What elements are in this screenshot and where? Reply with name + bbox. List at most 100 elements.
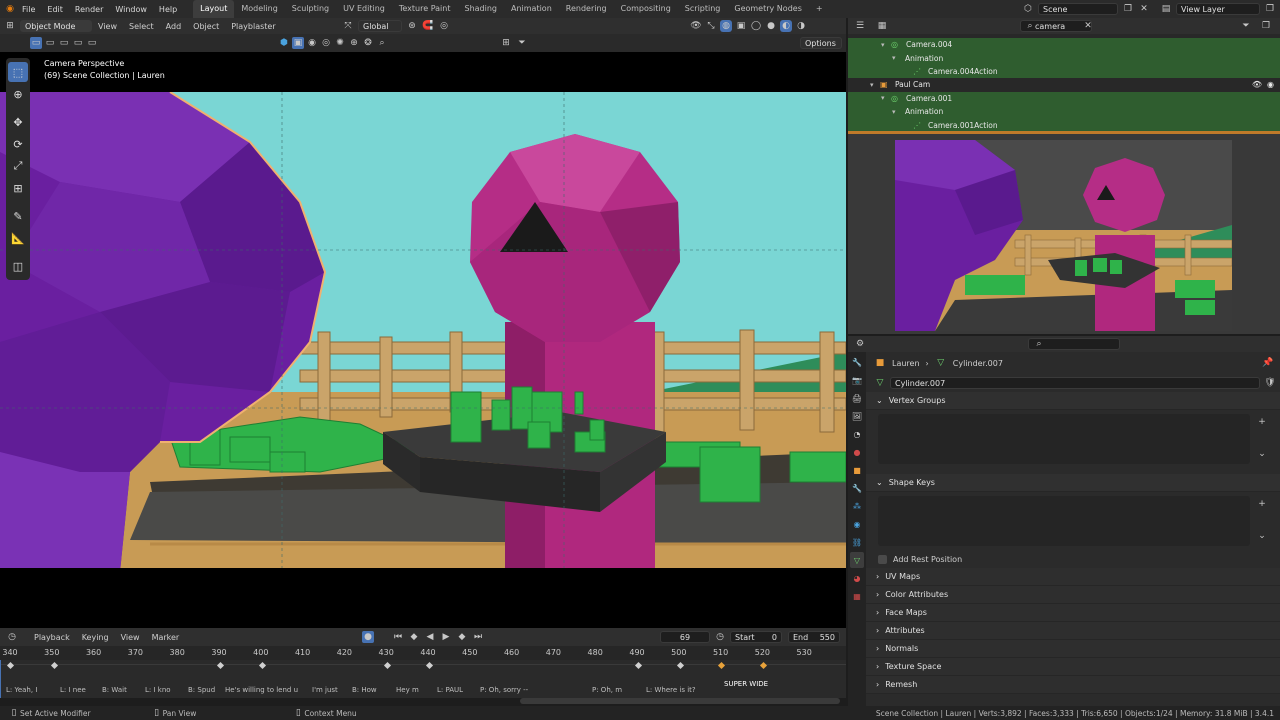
render-tab-icon[interactable]: 📷 — [850, 372, 864, 388]
timeline-marker[interactable]: B: Spud — [188, 686, 215, 694]
cursor-tool[interactable]: ⊕ — [8, 84, 28, 104]
object-tab-icon[interactable]: ■ — [850, 462, 864, 478]
measure-tool[interactable]: 📐 — [8, 228, 28, 248]
clear-search-icon[interactable]: ✕ — [1082, 20, 1094, 32]
filter-object-icon[interactable]: ◉ — [306, 37, 318, 49]
tab-layout[interactable]: Layout — [193, 0, 235, 18]
vertex-group-menu-icon[interactable]: ⌄ — [1256, 448, 1268, 460]
jump-start-icon[interactable]: ⏮ — [392, 631, 404, 643]
start-frame-field[interactable]: Start 0 — [730, 631, 782, 643]
panel-collapsed[interactable]: › Texture Space — [866, 658, 1280, 676]
select-invert-icon[interactable]: ▭ — [72, 37, 84, 49]
proportional-edit-icon[interactable]: ◎ — [438, 20, 450, 32]
outliner-row[interactable]: ▾ Animation — [848, 51, 1280, 65]
vp-menu-object[interactable]: Object — [187, 22, 225, 31]
current-frame-field[interactable]: 69 — [660, 631, 710, 643]
menu-render[interactable]: Render — [69, 5, 109, 14]
panel-collapsed[interactable]: › Remesh — [866, 676, 1280, 694]
new-view-layer-icon[interactable]: ❐ — [1264, 3, 1276, 15]
panel-collapsed[interactable]: › Color Attributes — [866, 586, 1280, 604]
tab-modeling[interactable]: Modeling — [234, 0, 284, 18]
next-keyframe-icon[interactable]: ◆ — [456, 631, 468, 643]
camera-preview[interactable] — [895, 140, 1232, 331]
object-mode-dropdown[interactable]: Object Mode — [20, 20, 92, 32]
timeline-menu-view[interactable]: View — [115, 633, 146, 642]
timeline-marker[interactable]: I'm just — [312, 686, 338, 694]
play-icon[interactable]: ▶ — [440, 631, 452, 643]
shading-solid-icon[interactable]: ● — [765, 20, 777, 32]
menu-edit[interactable]: Edit — [41, 5, 69, 14]
expand-arrow-icon[interactable]: ▾ — [881, 94, 891, 102]
orientation-dropdown[interactable]: Global — [358, 20, 402, 32]
tab-shading[interactable]: Shading — [457, 0, 504, 18]
filter-mesh-icon[interactable]: ⬢ — [278, 37, 290, 49]
filter-icon[interactable]: ⏷ — [516, 37, 528, 49]
select-extend-icon[interactable]: ▭ — [44, 37, 56, 49]
timeline-editor-icon[interactable]: ◷ — [6, 631, 18, 643]
tab-texture-paint[interactable]: Texture Paint — [392, 0, 458, 18]
select-new-icon[interactable]: ▭ — [30, 37, 42, 49]
shading-wireframe-icon[interactable]: ◯ — [750, 20, 762, 32]
timeline-scrollbar[interactable] — [520, 698, 840, 704]
select-intersect-icon[interactable]: ▭ — [86, 37, 98, 49]
mesh-data-icon[interactable]: ▽ — [874, 377, 886, 389]
tab-uv-editing[interactable]: UV Editing — [336, 0, 392, 18]
expand-arrow-icon[interactable]: ▾ — [892, 108, 902, 116]
timeline-menu-keying[interactable]: Keying — [76, 633, 115, 642]
outliner-row[interactable]: ▾ ▣ Paul Cam 👁 ◉ — [848, 78, 1280, 91]
add-cube-tool[interactable]: ◫ — [8, 256, 28, 276]
timeline-marker[interactable]: P: Oh, m — [592, 686, 622, 694]
timeline-marker[interactable]: Hey m — [396, 686, 419, 694]
outliner-row[interactable]: ⋰ Camera.001Action — [848, 118, 1280, 132]
tool-tab-icon[interactable]: 🔧 — [850, 354, 864, 370]
editor-type-icon[interactable]: ⊞ — [4, 20, 16, 32]
new-collection-icon[interactable]: ❐ — [1260, 20, 1272, 32]
xray-icon[interactable]: ▣ — [735, 20, 747, 32]
timeline-marker[interactable]: L: I nee — [60, 686, 86, 694]
vertex-groups-list[interactable] — [878, 414, 1250, 464]
preview-range-icon[interactable]: ◷ — [714, 631, 726, 643]
render-visibility-icon[interactable]: ◉ — [1267, 80, 1274, 89]
world-tab-icon[interactable]: ● — [850, 444, 864, 460]
expand-arrow-icon[interactable]: ▾ — [881, 41, 891, 49]
filter-empty-icon[interactable]: ⊕ — [348, 37, 360, 49]
vp-menu-playblaster[interactable]: Playblaster — [225, 22, 281, 31]
prev-keyframe-icon[interactable]: ◆ — [408, 631, 420, 643]
properties-editor-icon[interactable]: ⚙ — [854, 338, 866, 350]
outliner-editor-icon[interactable]: ☰ — [854, 20, 866, 32]
select-subtract-icon[interactable]: ▭ — [58, 37, 70, 49]
panel-vertex-groups[interactable]: ⌄ Vertex Groups — [866, 392, 1280, 410]
add-shape-key-icon[interactable]: + — [1256, 498, 1268, 510]
expand-arrow-icon[interactable]: ▾ — [892, 54, 902, 62]
3d-viewport[interactable]: Camera Perspective (69) Scene Collection… — [0, 52, 846, 628]
options-dropdown[interactable]: Options — [800, 37, 842, 49]
auto-keying-icon[interactable]: ● — [362, 631, 374, 643]
snap-icon[interactable]: 🧲 — [422, 20, 434, 32]
visibility-eye-icon[interactable]: 👁 — [1252, 80, 1262, 89]
timeline-marker[interactable]: P: Oh, sorry -- — [480, 686, 528, 694]
tab-rendering[interactable]: Rendering — [559, 0, 614, 18]
filter-other-icon[interactable]: ❂ — [362, 37, 374, 49]
scene-selector[interactable]: Scene — [1038, 3, 1118, 15]
texture-tab-icon[interactable]: ▦ — [850, 588, 864, 604]
panel-collapsed[interactable]: › Normals — [866, 640, 1280, 658]
pivot-icon[interactable]: ⊛ — [406, 20, 418, 32]
timeline-menu-playback[interactable]: Playback — [28, 633, 76, 642]
scene-tab-icon[interactable]: ◔ — [850, 426, 864, 442]
filter-select-icon[interactable]: ▣ — [292, 37, 304, 49]
tab-compositing[interactable]: Compositing — [614, 0, 678, 18]
timeline-marker[interactable]: B: How — [352, 686, 377, 694]
vp-menu-select[interactable]: Select — [123, 22, 160, 31]
tab-geometry-nodes[interactable]: Geometry Nodes — [727, 0, 808, 18]
select-box-tool[interactable]: ⬚ — [8, 62, 28, 82]
outliner-row[interactable]: ▾ ◎ Camera.004 — [848, 38, 1280, 52]
tab-sculpting[interactable]: Sculpting — [285, 0, 336, 18]
output-tab-icon[interactable]: 🖨 — [850, 390, 864, 406]
data-tab-icon[interactable]: ▽ — [850, 552, 864, 568]
timeline-marker[interactable]: B: Wait — [102, 686, 127, 694]
gizmo-icon[interactable]: ⤡ — [705, 20, 717, 32]
transform-tool[interactable]: ⊞ — [8, 178, 28, 198]
view-layer-selector[interactable]: View Layer — [1176, 3, 1260, 15]
timeline-marker[interactable]: L: Yeah, I — [6, 686, 37, 694]
filter-camera-icon[interactable]: ◎ — [320, 37, 332, 49]
